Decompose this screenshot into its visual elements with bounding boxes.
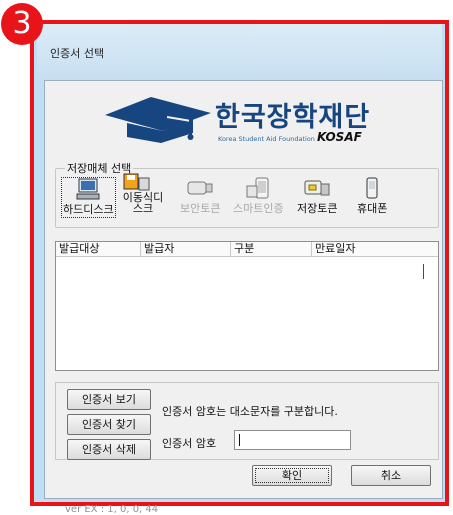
certificate-table[interactable]: 발급대상 발급자 구분 만료일자: [55, 241, 439, 371]
kosaf-abbreviation: KOSAF: [316, 130, 362, 144]
storage-storage-token[interactable]: 저장토큰: [297, 177, 337, 216]
version-label: ver EX : 1, 0, 0, 44: [65, 504, 159, 515]
find-certificate-button[interactable]: 인증서 찾기: [67, 414, 151, 435]
column-expiry[interactable]: 만료일자: [312, 242, 438, 256]
kosaf-english-name: Korea Student Aid Foundation KOSAF: [218, 130, 362, 144]
storage-hard-disk-label: 하드디스크: [63, 203, 114, 216]
view-certificate-button[interactable]: 인증서 보기: [67, 389, 151, 410]
mobile-phone-icon: [366, 177, 378, 199]
storage-security-token: 보안토큰: [180, 177, 220, 216]
storage-removable-disk-label: 이동식디스크: [122, 191, 164, 215]
storage-mobile-phone-label: 휴대폰: [357, 202, 388, 215]
delete-certificate-button[interactable]: 인증서 삭제: [67, 439, 151, 460]
cancel-button[interactable]: 취소: [351, 465, 431, 486]
kosaf-korean-name: 한국장학재단: [215, 102, 371, 133]
certificate-dialog: 한국장학재단 Korea Student Aid Foundation KOSA…: [44, 80, 443, 515]
highlight-frame: 인증서 선택 한국장학재단 Korea Student Aid Foundati…: [30, 20, 449, 515]
storage-token-icon: [304, 180, 330, 196]
storage-mobile-phone[interactable]: 휴대폰: [357, 177, 387, 216]
column-subject[interactable]: 발급대상: [56, 242, 141, 256]
storage-security-token-label: 보안토큰: [180, 202, 221, 215]
table-header: 발급대상 발급자 구분 만료일자: [56, 242, 438, 257]
storage-removable-disk[interactable]: 이동식디스크: [117, 173, 169, 214]
storage-smart-cert-label: 스마트인증: [233, 202, 284, 215]
password-input[interactable]: [234, 430, 351, 450]
storage-storage-token-label: 저장토큰: [297, 202, 338, 215]
kosaf-banner: 한국장학재단 Korea Student Aid Foundation KOSA…: [105, 89, 385, 144]
storage-smart-cert: 스마트인증: [233, 177, 284, 216]
step-number-badge: 3: [1, 3, 43, 45]
removable-disk-icon: [123, 173, 150, 191]
ok-button[interactable]: 확인: [252, 465, 332, 486]
password-label: 인증서 암호: [162, 437, 217, 450]
column-type[interactable]: 구분: [231, 242, 312, 256]
title-bar: 인증서 선택: [37, 24, 442, 82]
security-token-icon: [187, 181, 213, 195]
storage-hard-disk[interactable]: 하드디스크: [61, 177, 116, 218]
kosaf-logo-icon: [105, 97, 211, 143]
hard-disk-icon: [76, 178, 100, 200]
password-hint: 인증서 암호는 대소문자를 구분합니다.: [162, 405, 338, 418]
dialog-title: 인증서 선택: [50, 47, 105, 60]
smart-cert-icon: [246, 177, 269, 199]
table-cursor: [423, 264, 424, 279]
column-issuer[interactable]: 발급자: [141, 242, 231, 256]
